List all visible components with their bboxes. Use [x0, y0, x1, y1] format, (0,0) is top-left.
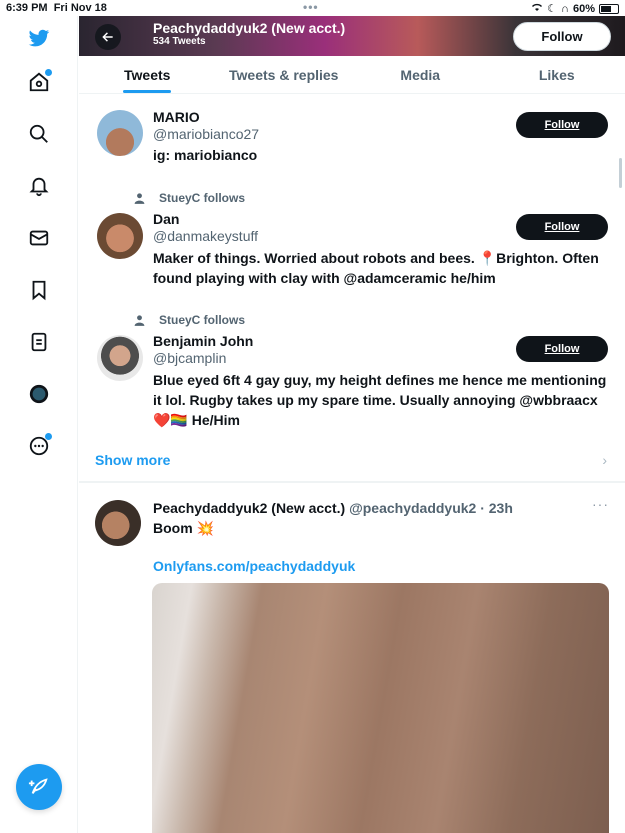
user-bio: Maker of things. Worried about robots an…: [153, 250, 599, 286]
sidebar-nav: [0, 16, 78, 833]
status-time: 6:39 PM Fri Nov 18: [6, 2, 107, 14]
multitasking-dots[interactable]: •••: [303, 0, 319, 14]
user-cell-mario[interactable]: MARIO @mariobianco27 ig: mariobianco Fol…: [79, 100, 625, 175]
person-icon: [134, 192, 145, 204]
back-button[interactable]: [95, 24, 121, 50]
wifi-icon: [531, 2, 543, 15]
bookmarks-icon[interactable]: [27, 278, 51, 302]
compose-tweet-button[interactable]: [16, 764, 62, 810]
compose-tweet-icon: [28, 778, 48, 794]
profile-tabs: Tweets Tweets & replies Media Likes: [79, 56, 625, 94]
status-bar: 6:39 PM Fri Nov 18 ••• ☾ ∩ 60%: [0, 0, 625, 16]
show-more-row[interactable]: Show more ›: [79, 444, 625, 482]
tab-media[interactable]: Media: [352, 56, 489, 93]
profile-follow-button[interactable]: Follow: [513, 22, 611, 51]
tab-likes[interactable]: Likes: [489, 56, 625, 93]
user-bio: Blue eyed 6ft 4 gay guy, my height defin…: [153, 372, 607, 428]
battery-percent: 60%: [572, 2, 595, 15]
tweet[interactable]: Peachydaddyuk2 (New acct.) @peachydaddyu…: [79, 490, 625, 833]
search-icon[interactable]: [27, 122, 51, 146]
user-cell-dan[interactable]: StueyC follows Dan @danmakeystuff Maker …: [79, 188, 625, 298]
notifications-icon[interactable]: [27, 174, 51, 198]
social-context: StueyC follows: [134, 313, 245, 327]
profile-title: Peachydaddyuk2 (New acct.): [153, 20, 346, 36]
messages-icon[interactable]: [27, 226, 51, 250]
twitter-logo-icon[interactable]: [27, 26, 51, 50]
follow-button[interactable]: Follow: [516, 214, 608, 240]
user-handle[interactable]: @mariobianco27: [153, 126, 259, 142]
battery-icon: [599, 3, 619, 14]
home-badge: [45, 69, 52, 76]
more-icon[interactable]: [27, 433, 52, 458]
moon-icon: ☾: [547, 3, 558, 15]
show-more-link[interactable]: Show more: [95, 452, 170, 468]
user-name[interactable]: Benjamin John: [153, 333, 253, 349]
user-cell-benjamin[interactable]: StueyC follows Benjamin John @bjcamplin …: [79, 310, 625, 440]
lists-icon[interactable]: [27, 330, 51, 354]
avatar[interactable]: [97, 213, 143, 259]
avatar[interactable]: [97, 110, 143, 156]
tweet-more-icon[interactable]: ···: [592, 496, 609, 512]
status-indicators: ☾ ∩ 60%: [531, 2, 619, 15]
tweet-media-image[interactable]: [152, 583, 609, 833]
scrollbar[interactable]: [619, 158, 622, 188]
user-name[interactable]: MARIO: [153, 109, 200, 125]
avatar[interactable]: [95, 500, 141, 546]
back-arrow-icon: [102, 32, 113, 42]
tweet-header: Peachydaddyuk2 (New acct.) @peachydaddyu…: [153, 500, 513, 516]
divider: [79, 482, 625, 483]
follow-button[interactable]: Follow: [516, 336, 608, 362]
chevron-right-icon: ›: [602, 452, 607, 468]
home-icon[interactable]: [27, 69, 52, 94]
tab-tweets[interactable]: Tweets: [79, 56, 216, 93]
social-context: StueyC follows: [134, 191, 245, 205]
more-badge: [45, 433, 52, 440]
person-icon: [134, 314, 145, 326]
tweet-author-name[interactable]: Peachydaddyuk2 (New acct.): [153, 500, 345, 516]
user-bio: ig: mariobianco: [153, 147, 258, 163]
profile-icon[interactable]: [27, 382, 51, 406]
active-tab-indicator: [123, 90, 172, 93]
user-name[interactable]: Dan: [153, 211, 179, 227]
tweet-count: 534 Tweets: [153, 36, 206, 47]
avatar[interactable]: [97, 335, 143, 381]
tab-tweets-replies[interactable]: Tweets & replies: [216, 56, 353, 93]
profile-header-banner: Peachydaddyuk2 (New acct.) 534 Tweets Fo…: [79, 16, 625, 56]
user-handle[interactable]: @danmakeystuff: [153, 228, 258, 244]
user-handle[interactable]: @bjcamplin: [153, 350, 226, 366]
tweet-link[interactable]: Onlyfans.com/peachydaddyuk: [153, 558, 355, 574]
follow-button[interactable]: Follow: [516, 112, 608, 138]
tweet-text: Boom 💥: [153, 520, 214, 536]
tweet-handle-time[interactable]: @peachydaddyuk2 · 23h: [349, 500, 513, 516]
headphones-icon: ∩: [561, 2, 569, 15]
